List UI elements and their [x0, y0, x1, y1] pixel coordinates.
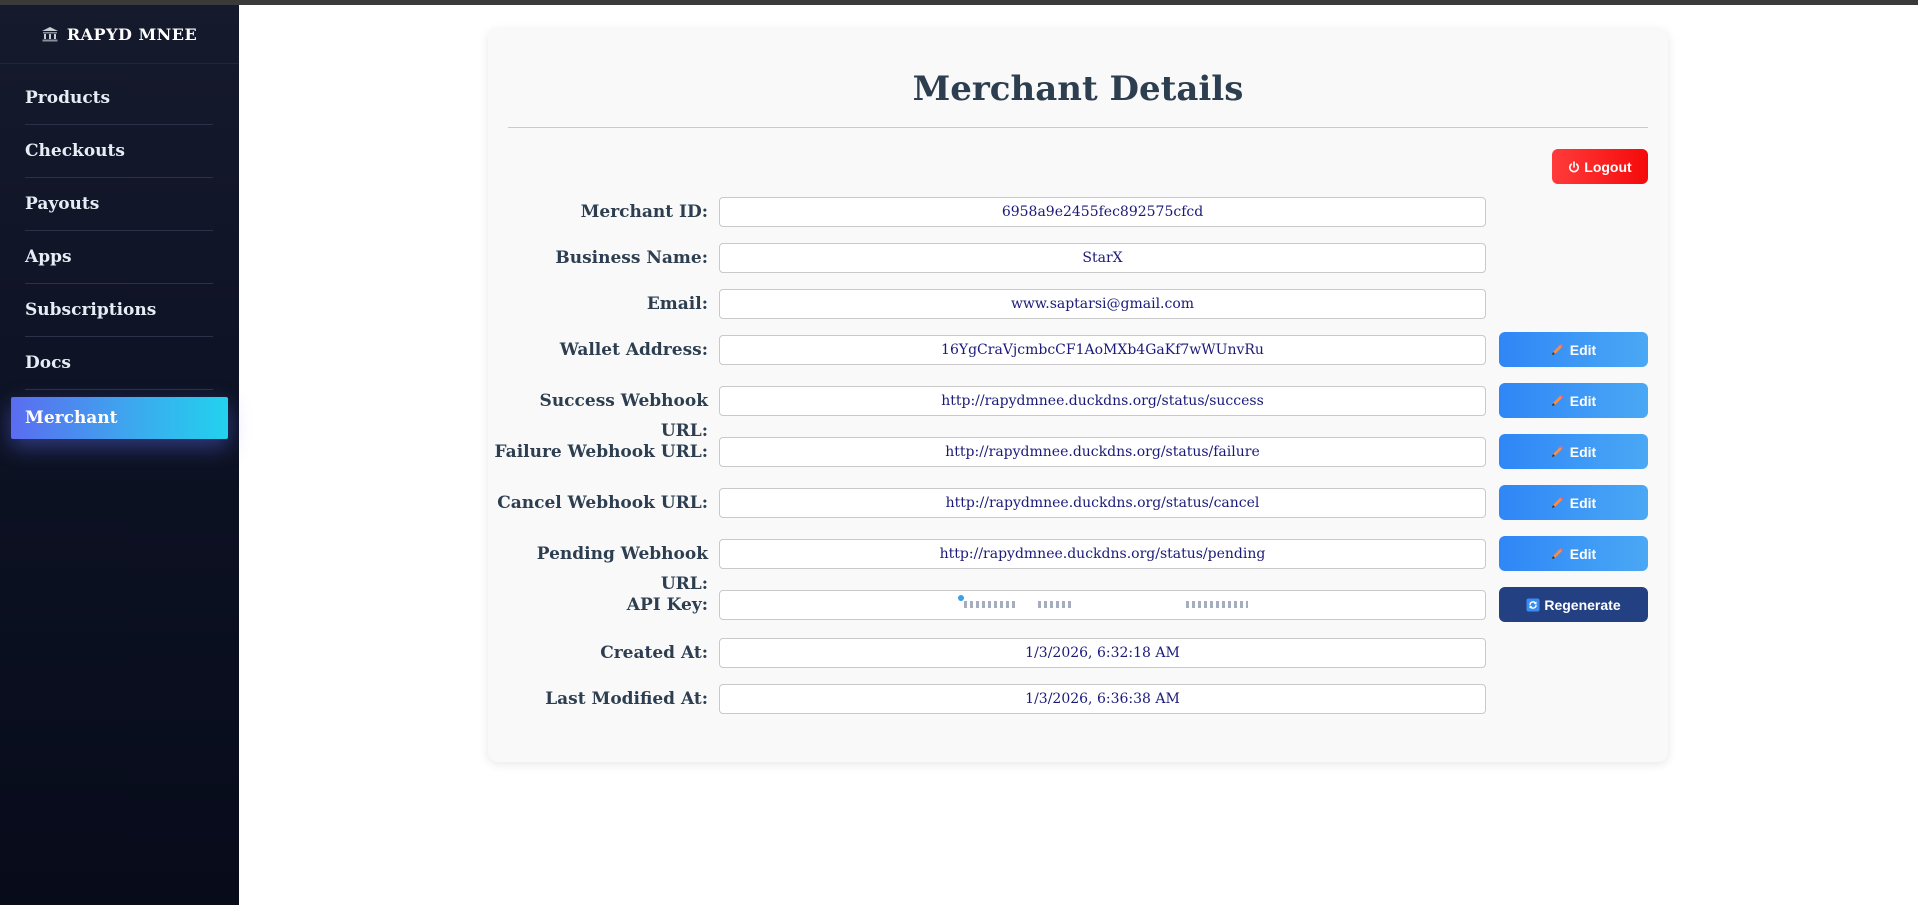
brand-title: RAPYD MNEE [66, 24, 198, 44]
page-title: Merchant Details [912, 69, 1244, 109]
sidebar-item-docs[interactable]: Docs [25, 337, 213, 390]
edit-cancel-webhook-button[interactable]: Edit [1499, 485, 1648, 520]
last-modified-at-label: Last Modified At: [545, 689, 708, 709]
created-at-field[interactable]: 1/3/2026, 6:32:18 AM [719, 638, 1486, 668]
api-key-mask [1186, 601, 1248, 608]
pending-webhook-label: Pending Webhook URL: [536, 544, 708, 594]
pencil-icon [1551, 394, 1564, 407]
business-name-label: Business Name: [555, 248, 708, 268]
regenerate-api-key-button[interactable]: Regenerate [1499, 587, 1648, 622]
pending-webhook-field[interactable]: http://rapydmnee.duckdns.org/status/pend… [719, 539, 1486, 569]
created-at-label: Created At: [600, 643, 708, 663]
pencil-icon [1551, 343, 1564, 356]
email-label: Email: [646, 294, 708, 314]
pencil-icon [1551, 496, 1564, 509]
edit-label: Edit [1569, 443, 1597, 460]
power-icon [1568, 160, 1580, 173]
merchant-id-field[interactable]: 6958a9e2455fec892575cfcd [719, 197, 1486, 227]
sidebar-item-apps[interactable]: Apps [25, 231, 213, 284]
sidebar-item-products[interactable]: Products [25, 72, 213, 125]
pencil-icon [1551, 547, 1564, 560]
last-modified-at-field[interactable]: 1/3/2026, 6:36:38 AM [719, 684, 1486, 714]
edit-pending-webhook-button[interactable]: Edit [1499, 536, 1648, 571]
success-webhook-field[interactable]: http://rapydmnee.duckdns.org/status/succ… [719, 386, 1486, 416]
edit-label: Edit [1569, 392, 1597, 409]
sidebar-item-merchant[interactable]: Merchant [11, 397, 228, 439]
cancel-webhook-label: Cancel Webhook URL: [497, 493, 708, 513]
edit-label: Edit [1569, 494, 1597, 511]
edit-success-webhook-button[interactable]: Edit [1499, 383, 1648, 418]
api-key-field[interactable] [719, 590, 1486, 620]
api-key-mask [964, 601, 1016, 608]
brand[interactable]: RAPYD MNEE [0, 5, 239, 64]
merchant-id-label: Merchant ID: [580, 202, 708, 222]
logout-label: Logout [1584, 158, 1632, 175]
edit-wallet-address-button[interactable]: Edit [1499, 332, 1648, 367]
cancel-webhook-field[interactable]: http://rapydmnee.duckdns.org/status/canc… [719, 488, 1486, 518]
failure-webhook-label: Failure Webhook URL: [494, 442, 708, 462]
email-field[interactable]: www.saptarsi@gmail.com [719, 289, 1486, 319]
business-name-field[interactable]: StarX [719, 243, 1486, 273]
sidebar-item-checkouts[interactable]: Checkouts [25, 125, 213, 178]
sidebar-item-payouts[interactable]: Payouts [25, 178, 213, 231]
pencil-icon [1551, 445, 1564, 458]
api-key-mask [1038, 601, 1072, 608]
wallet-address-field[interactable]: 16YgCraVjcmbcCF1AoMXb4GaKf7wWUnvRu [719, 335, 1486, 365]
main-content: Merchant Details Logout Merchant ID: 695… [239, 5, 1918, 905]
logout-button[interactable]: Logout [1552, 149, 1648, 184]
edit-label: Edit [1569, 545, 1597, 562]
success-webhook-label: Success Webhook URL: [539, 391, 708, 441]
title-divider [508, 127, 1648, 128]
bank-icon [41, 27, 58, 42]
api-key-label: API Key: [626, 595, 708, 615]
wallet-address-label: Wallet Address: [559, 340, 708, 360]
failure-webhook-field[interactable]: http://rapydmnee.duckdns.org/status/fail… [719, 437, 1486, 467]
regenerate-label: Regenerate [1544, 596, 1621, 613]
merchant-details-card: Merchant Details Logout Merchant ID: 695… [488, 29, 1668, 762]
edit-failure-webhook-button[interactable]: Edit [1499, 434, 1648, 469]
refresh-icon [1526, 598, 1540, 612]
sidebar-nav: Products Checkouts Payouts Apps Subscrip… [0, 72, 239, 439]
sidebar-item-subscriptions[interactable]: Subscriptions [25, 284, 213, 337]
sidebar: RAPYD MNEE Products Checkouts Payouts Ap… [0, 5, 239, 905]
edit-label: Edit [1569, 341, 1597, 358]
